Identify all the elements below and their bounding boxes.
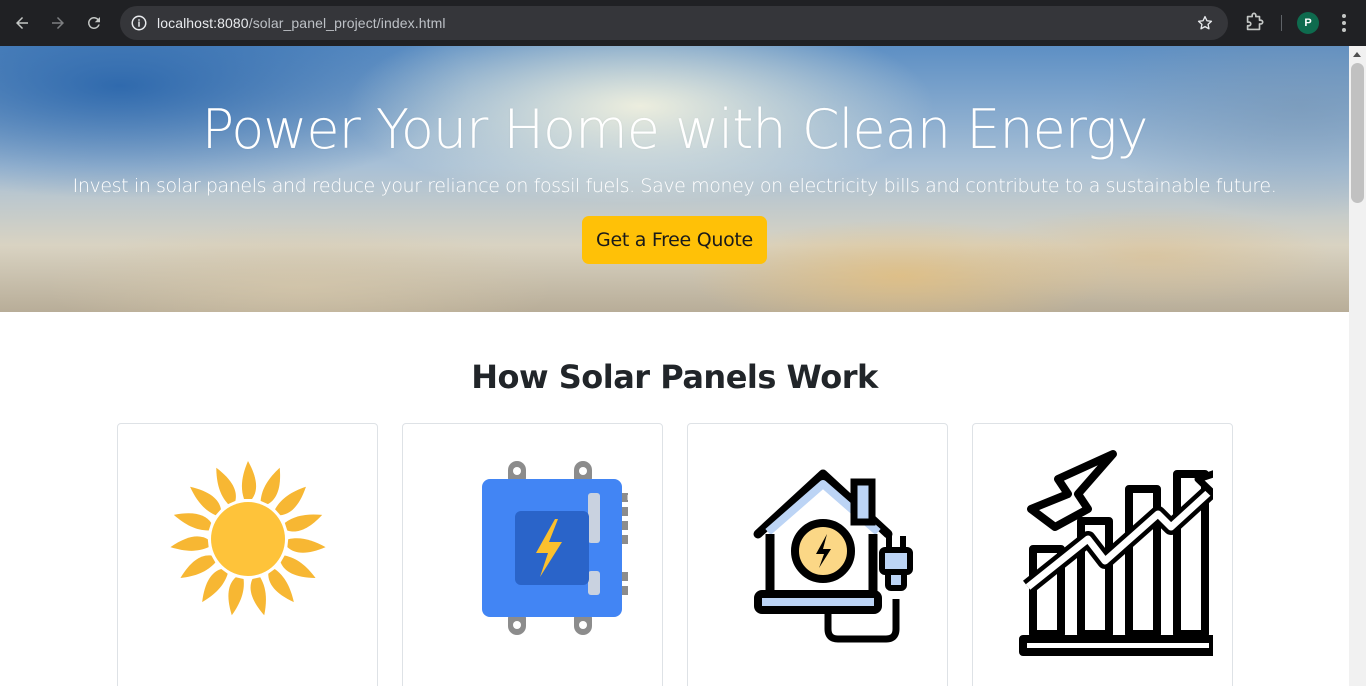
forward-button[interactable]: [43, 8, 73, 38]
card-growth-chart: [972, 423, 1233, 686]
scrollbar-thumb[interactable]: [1351, 63, 1364, 203]
hero-banner: Power Your Home with Clean Energy Invest…: [0, 46, 1349, 312]
get-free-quote-button[interactable]: Get a Free Quote: [582, 216, 767, 264]
arrow-right-icon: [52, 17, 64, 29]
card-house-plug: [687, 423, 948, 686]
reload-button[interactable]: [79, 8, 109, 38]
profile-avatar[interactable]: P: [1297, 12, 1319, 34]
address-bar[interactable]: localhost:8080/solar_panel_project/index…: [120, 6, 1228, 40]
section-title: How Solar Panels Work: [471, 358, 878, 396]
url-path: /solar_panel_project/index.html: [248, 15, 446, 31]
vertical-scrollbar[interactable]: [1349, 46, 1366, 686]
page-viewport: Power Your Home with Clean Energy Invest…: [0, 46, 1349, 686]
card-inverter: [402, 423, 663, 686]
bookmark-star-icon[interactable]: [1196, 14, 1214, 32]
sun-icon: [169, 461, 326, 616]
card-sun: [117, 423, 378, 686]
house-plug-icon: [753, 469, 913, 643]
reload-icon: [87, 16, 100, 29]
url-host: localhost:8080: [157, 15, 249, 31]
browser-toolbar: localhost:8080/solar_panel_project/index…: [0, 0, 1366, 46]
back-button[interactable]: [7, 8, 37, 38]
scroll-up-arrow-icon[interactable]: [1353, 52, 1361, 57]
inverter-icon: [481, 461, 628, 635]
extensions-puzzle-icon[interactable]: [1243, 12, 1265, 34]
site-info-icon[interactable]: [130, 14, 148, 32]
more-menu-icon[interactable]: [1334, 12, 1354, 34]
growth-chart-icon: [1018, 450, 1213, 656]
url-text: localhost:8080/solar_panel_project/index…: [157, 15, 446, 31]
profile-initial: P: [1304, 17, 1312, 29]
arrow-left-icon: [16, 17, 28, 29]
hero-title: Power Your Home with Clean Energy: [201, 98, 1149, 161]
toolbar-divider: [1281, 15, 1282, 31]
hero-subtitle: Invest in solar panels and reduce your r…: [72, 175, 1277, 197]
